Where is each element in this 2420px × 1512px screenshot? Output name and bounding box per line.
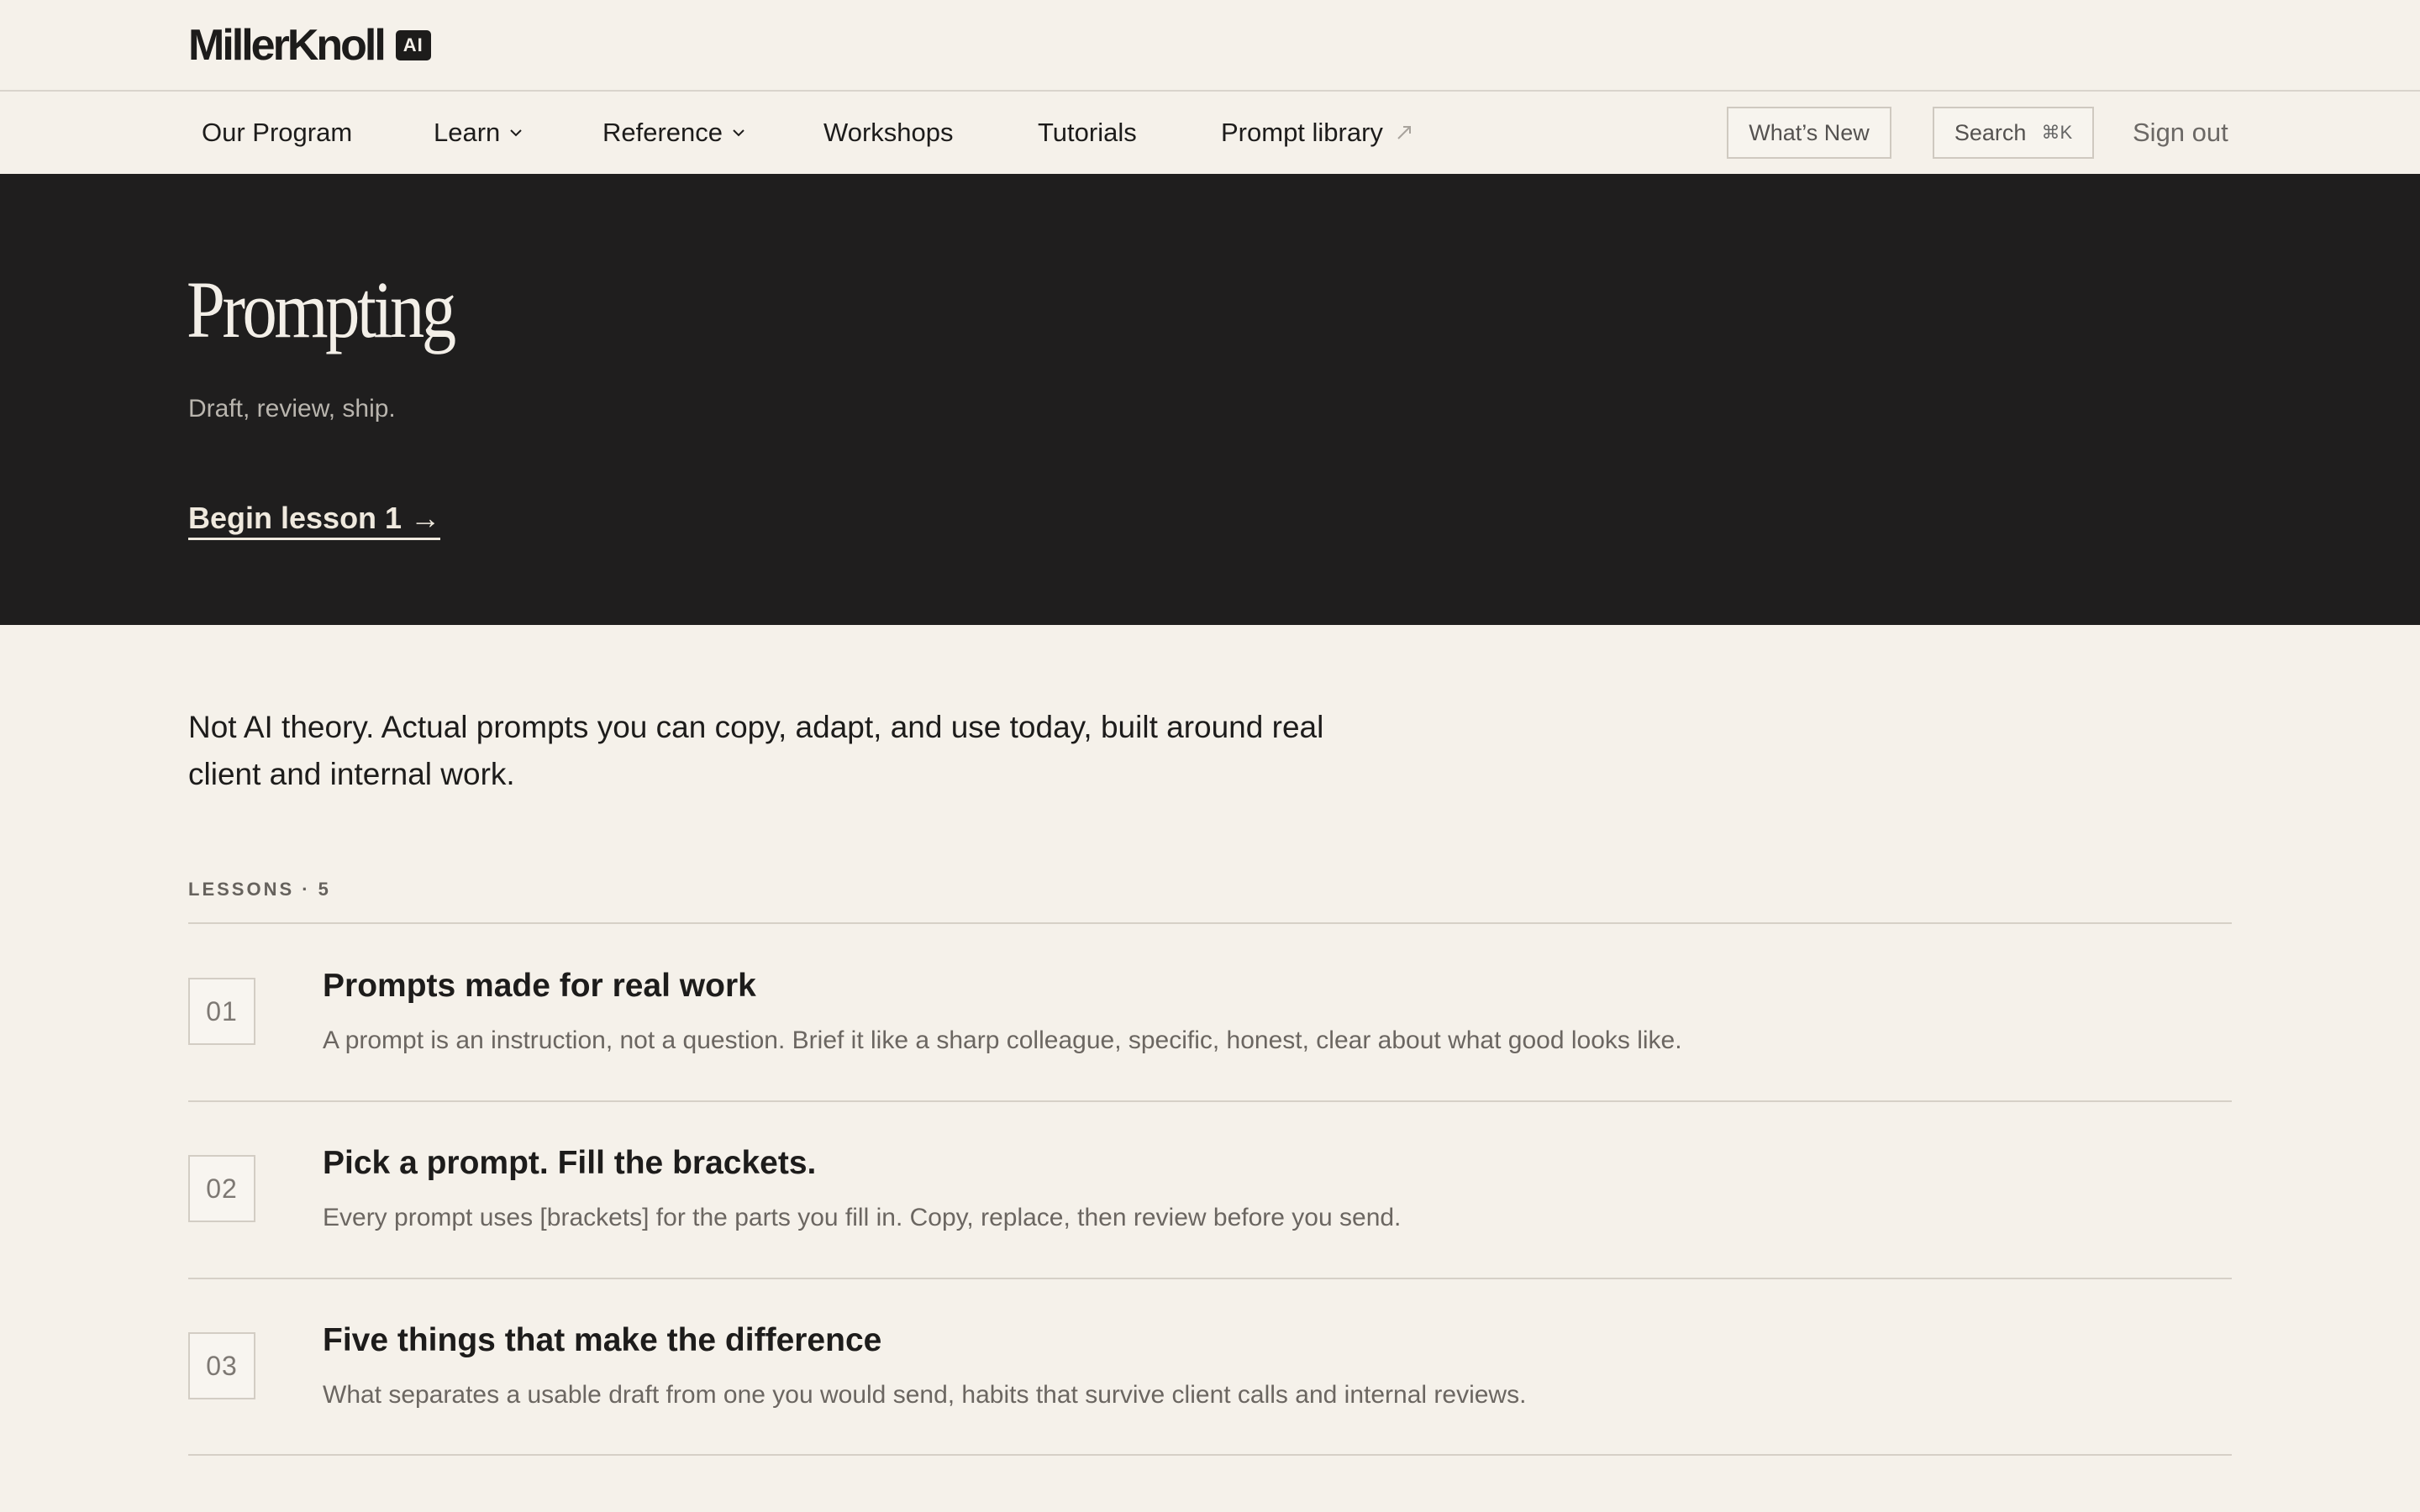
nav-label: Learn <box>434 118 501 147</box>
lesson-number: 03 <box>188 1332 255 1399</box>
external-link-icon <box>1397 126 1411 139</box>
page-subtitle: Draft, review, ship. <box>188 395 396 423</box>
lesson-number: 02 <box>188 1155 255 1222</box>
page-title: Prompting <box>187 265 456 354</box>
search-label: Search <box>1954 119 2027 145</box>
nav-label: Our Program <box>202 118 353 147</box>
lessons-count-label: LESSONS · 5 <box>188 879 331 900</box>
ai-badge: AI <box>395 30 431 60</box>
nav-reference[interactable]: Reference <box>602 92 746 174</box>
whats-new-label: What’s New <box>1749 119 1870 145</box>
nav-learn[interactable]: Learn <box>434 92 523 174</box>
search-button[interactable]: Search ⌘K <box>1933 107 2094 159</box>
main-nav: Our Program Learn Reference Workshops Tu… <box>0 92 2420 174</box>
nav-label: Tutorials <box>1038 118 1137 147</box>
brand-bar: MillerKnoll AI <box>0 0 2420 92</box>
nav-label: Prompt library <box>1221 118 1383 147</box>
lesson-description: Every prompt uses [brackets] for the par… <box>323 1204 1402 1231</box>
sign-out-label: Sign out <box>2133 118 2228 147</box>
logo[interactable]: MillerKnoll AI <box>188 22 431 69</box>
lesson-item[interactable]: 02 Pick a prompt. Fill the brackets. Eve… <box>188 1101 2232 1278</box>
lesson-description: What separates a usable draft from one y… <box>323 1381 1527 1409</box>
begin-lesson-link[interactable]: Begin lesson 1 → <box>188 501 441 540</box>
intro-text: Not AI theory. Actual prompts you can co… <box>188 710 1324 791</box>
lesson-title: Pick a prompt. Fill the brackets. <box>323 1145 817 1181</box>
lesson-item[interactable]: 01 Prompts made for real work A prompt i… <box>188 924 2232 1100</box>
nav-workshops[interactable]: Workshops <box>823 92 954 174</box>
divider <box>188 1454 2232 1456</box>
nav-label: Workshops <box>823 118 954 147</box>
nav-tutorials[interactable]: Tutorials <box>1038 92 1137 174</box>
logo-wordmark: MillerKnoll <box>188 21 387 70</box>
lesson-item[interactable]: 03 Five things that make the difference … <box>188 1278 2232 1455</box>
lesson-title: Five things that make the difference <box>323 1322 882 1358</box>
nav-label: Reference <box>602 118 723 147</box>
lesson-number: 01 <box>188 978 255 1045</box>
chevron-down-icon <box>733 129 744 137</box>
nav-our-program[interactable]: Our Program <box>202 92 352 174</box>
sign-out-link[interactable]: Sign out <box>2133 92 2228 174</box>
nav-prompt-library[interactable]: Prompt library <box>1221 92 1413 174</box>
whats-new-button[interactable]: What’s New <box>1727 107 1891 159</box>
chevron-down-icon <box>510 129 523 137</box>
hero-banner: Prompting Draft, review, ship. Begin les… <box>0 174 2420 625</box>
lesson-description: A prompt is an instruction, not a questi… <box>323 1026 1682 1054</box>
search-shortcut: ⌘K <box>2041 122 2073 143</box>
lesson-title: Prompts made for real work <box>323 968 756 1004</box>
